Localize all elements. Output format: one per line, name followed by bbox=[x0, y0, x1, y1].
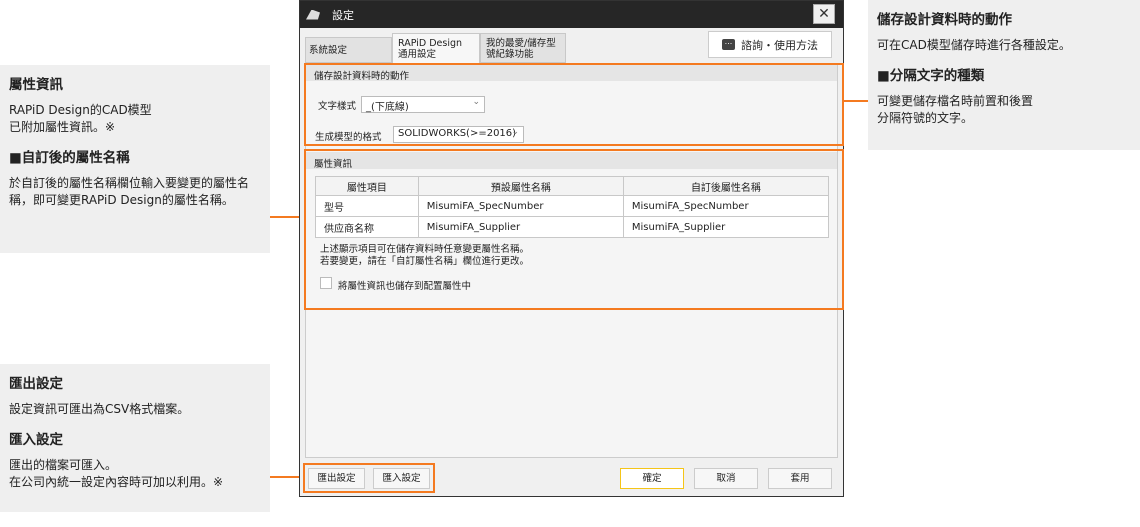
highlight-save-section bbox=[304, 63, 844, 146]
note-title: ■自訂後的屬性名稱 bbox=[9, 150, 130, 166]
close-button[interactable]: ✕ bbox=[813, 4, 835, 24]
settings-dialog: 設定 ✕ 系統設定 RAPiD Design 通用設定 我的最愛/儲存型 號紀錄… bbox=[299, 0, 844, 497]
help-label: 諮詢・使用方法 bbox=[741, 38, 818, 52]
tab-favorites-history[interactable]: 我的最愛/儲存型 號紀錄功能 bbox=[480, 33, 566, 63]
note-attribute-info: 屬性資訊 RAPiD Design的CAD模型 已附加屬性資訊。※ ■自訂後的屬… bbox=[0, 65, 270, 253]
note-text: 可變更儲存檔名時前置和後置 分隔符號的文字。 bbox=[877, 94, 1034, 125]
leader-line bbox=[842, 100, 868, 102]
note-text: 設定資訊可匯出為CSV格式檔案。 bbox=[9, 402, 190, 416]
note-save-behavior: 儲存設計資料時的動作 可在CAD模型儲存時進行各種設定。 ■分隔文字的種類 可變… bbox=[868, 0, 1140, 150]
dialog-title: 設定 bbox=[332, 8, 354, 22]
tab-system-settings[interactable]: 系統設定 bbox=[305, 37, 392, 63]
note-title: 匯入設定 bbox=[9, 432, 63, 448]
cancel-button[interactable]: 取消 bbox=[694, 468, 758, 489]
note-title: ■分隔文字的種類 bbox=[877, 68, 985, 84]
note-title: 匯出設定 bbox=[9, 376, 63, 392]
highlight-attr-section bbox=[304, 149, 844, 310]
note-title: 儲存設計資料時的動作 bbox=[877, 12, 1012, 28]
note-export-import: 匯出設定 設定資訊可匯出為CSV格式檔案。 匯入設定 匯出的檔案可匯入。 在公司… bbox=[0, 364, 270, 512]
app-logo-icon bbox=[306, 9, 320, 20]
chat-icon: ... bbox=[722, 38, 735, 50]
title-bar: 設定 ✕ bbox=[300, 1, 843, 28]
note-text: 匯出的檔案可匯入。 在公司內統一設定內容時可加以利用。※ bbox=[9, 458, 224, 489]
ok-button[interactable]: 確定 bbox=[620, 468, 684, 489]
note-text: 於自訂後的屬性名稱欄位輸入要變更的屬性名稱，即可變更RAPiD Design的屬… bbox=[9, 176, 250, 207]
note-title: 屬性資訊 bbox=[9, 77, 63, 93]
highlight-export-import bbox=[303, 463, 435, 493]
note-text: 可在CAD模型儲存時進行各種設定。 bbox=[877, 38, 1071, 52]
note-text: RAPiD Design的CAD模型 已附加屬性資訊。※ bbox=[9, 103, 152, 134]
apply-button[interactable]: 套用 bbox=[768, 468, 832, 489]
help-button[interactable]: ... 諮詢・使用方法 bbox=[708, 31, 832, 58]
tab-rapid-design-common[interactable]: RAPiD Design 通用設定 bbox=[392, 33, 480, 64]
